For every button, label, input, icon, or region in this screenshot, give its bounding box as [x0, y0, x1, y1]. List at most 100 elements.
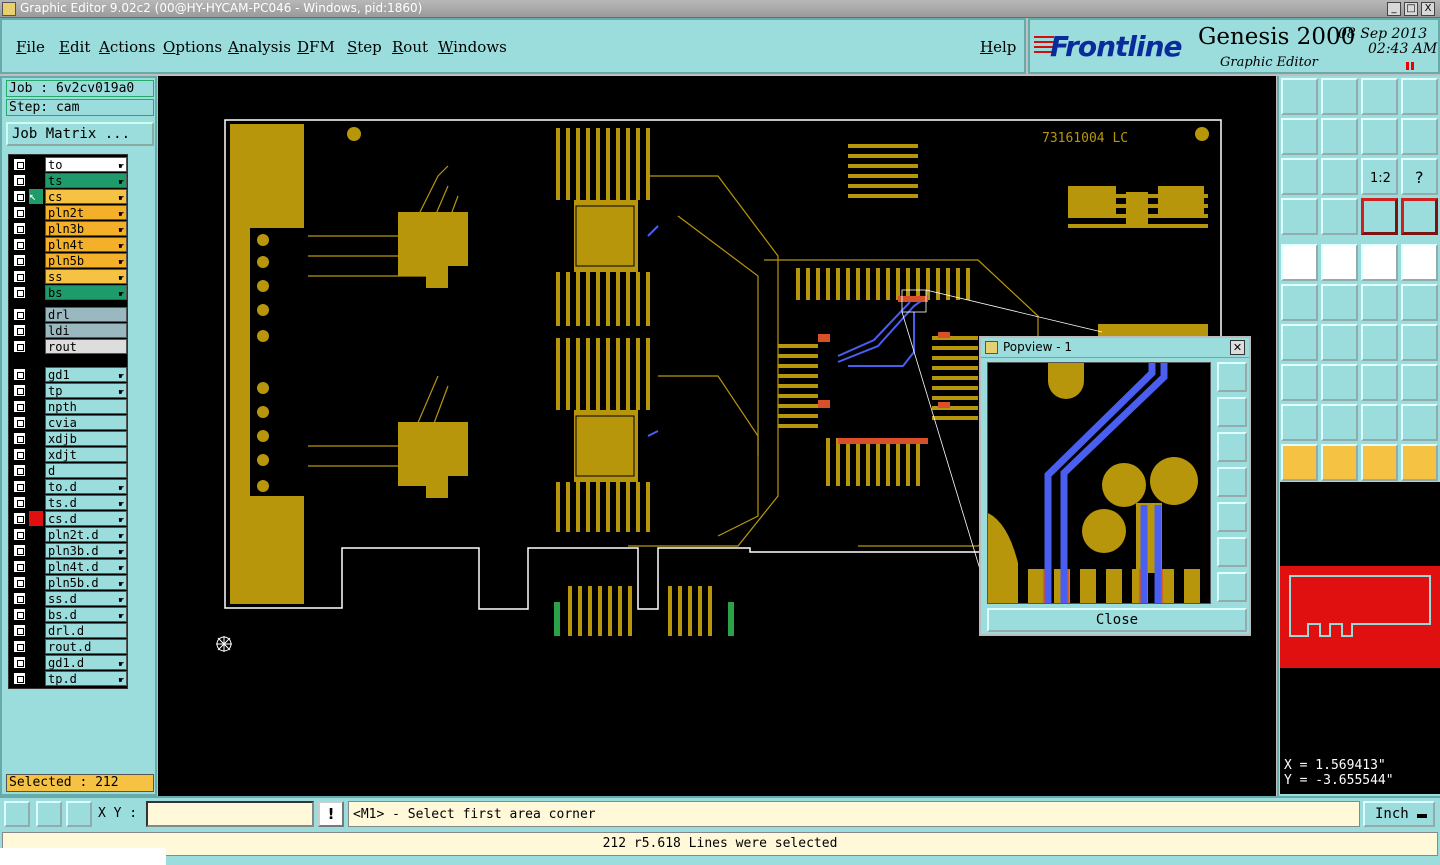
layer-checkbox[interactable]	[13, 324, 26, 337]
layer-checkbox[interactable]	[13, 448, 26, 461]
menu-step[interactable]: Step	[347, 38, 382, 56]
ruler-icon[interactable]	[1361, 244, 1398, 281]
menu-file[interactable]: File	[16, 38, 45, 56]
layer-checkbox[interactable]	[13, 432, 26, 445]
layer-checkbox[interactable]	[13, 672, 26, 685]
layer-row-xdjb[interactable]: xdjb	[11, 431, 127, 446]
menu-help[interactable]: Help	[980, 38, 1016, 56]
snap-icon[interactable]	[1401, 118, 1438, 155]
trace-cut-icon[interactable]	[1321, 364, 1358, 401]
layer-row-drl-d[interactable]: drl.d	[11, 623, 127, 638]
layer-checkbox[interactable]	[13, 222, 26, 235]
net-select-icon[interactable]	[1401, 198, 1438, 235]
layer-row-ss[interactable]: ss ☛	[11, 269, 127, 284]
unit-select[interactable]: Inch	[1363, 801, 1435, 827]
layer-row-gd1-d[interactable]: gd1.d ☛	[11, 655, 127, 670]
alert-icon[interactable]: !	[318, 801, 344, 827]
home-view-icon[interactable]	[1281, 78, 1318, 115]
route-diagonal-icon[interactable]	[1401, 284, 1438, 321]
popview-zoom-in-button[interactable]	[1217, 572, 1247, 602]
arch-red-icon[interactable]	[1361, 404, 1398, 441]
zoom-diagonal-icon[interactable]	[36, 801, 62, 827]
layer-row-cs[interactable]: ↖ cs ☛	[11, 189, 127, 204]
popview-pan-down-button[interactable]	[1217, 432, 1247, 462]
layer-checkbox[interactable]	[13, 190, 26, 203]
layer-row-rout-d[interactable]: rout.d	[11, 639, 127, 654]
layer-row-ldi[interactable]: ldi	[11, 323, 127, 338]
arch-blue-icon[interactable]	[1401, 404, 1438, 441]
layer-checkbox[interactable]	[13, 656, 26, 669]
pause-icon[interactable]	[1406, 62, 1414, 70]
menu-windows[interactable]: Windows	[438, 38, 507, 56]
layer-checkbox[interactable]	[13, 624, 26, 637]
menu-options[interactable]: Options	[163, 38, 222, 56]
zoom-fit-icon[interactable]	[1281, 158, 1318, 195]
layer-row-pln2t-d[interactable]: pln2t.d ☛	[11, 527, 127, 542]
layer-checkbox[interactable]	[13, 640, 26, 653]
layer-checkbox[interactable]	[13, 528, 26, 541]
arc-icon[interactable]	[1361, 324, 1398, 361]
layer-checkbox[interactable]	[13, 270, 26, 283]
triangle-select-icon[interactable]	[1281, 404, 1318, 441]
popview-zoom-out-button[interactable]	[1217, 537, 1247, 567]
pointer-net-icon[interactable]	[1401, 444, 1438, 481]
menu-dfm[interactable]: DFM	[297, 38, 335, 56]
popview-zoom-fit-button[interactable]	[1217, 362, 1247, 392]
layer-checkbox[interactable]	[13, 544, 26, 557]
layer-row-tp[interactable]: tp ☛	[11, 383, 127, 398]
xy-input[interactable]	[146, 801, 314, 827]
slash-line-icon[interactable]	[1321, 324, 1358, 361]
maximize-button[interactable]: □	[1404, 2, 1418, 16]
layer-row-tp-d[interactable]: tp.d ☛	[11, 671, 127, 686]
layer-row-cs-d[interactable]: cs.d ☛	[11, 511, 127, 526]
popview-close-icon[interactable]: ✕	[1230, 340, 1245, 355]
layer-checkbox[interactable]	[13, 608, 26, 621]
pad-add-icon[interactable]	[1281, 244, 1318, 281]
job-matrix-button[interactable]: Job Matrix ...	[6, 122, 154, 146]
layer-row-pln2t[interactable]: pln2t ☛	[11, 205, 127, 220]
layer-row-pln5b[interactable]: pln5b ☛	[11, 253, 127, 268]
measure-icon[interactable]	[1281, 198, 1318, 235]
layer-row-pln3b-d[interactable]: pln3b.d ☛	[11, 543, 127, 558]
close-window-button[interactable]: X	[1421, 2, 1435, 16]
pan-right-icon[interactable]	[1321, 118, 1358, 155]
popview-pan-right-button[interactable]	[1217, 502, 1247, 532]
layer-checkbox[interactable]	[13, 308, 26, 321]
layer-row-pln3b[interactable]: pln3b ☛	[11, 221, 127, 236]
graphic-canvas[interactable]: 73161004 LC Popview - 1 ✕ Close	[158, 76, 1276, 796]
connect-pads-icon[interactable]	[1281, 284, 1318, 321]
layer-checkbox[interactable]	[13, 464, 26, 477]
zoom-home-icon[interactable]	[1321, 158, 1358, 195]
menu-rout[interactable]: Rout	[392, 38, 428, 56]
layer-checkbox[interactable]	[13, 254, 26, 267]
pan-left-icon[interactable]	[1281, 118, 1318, 155]
popview-close-button[interactable]: Close	[987, 608, 1247, 632]
layer-checkbox[interactable]	[13, 368, 26, 381]
layer-checkbox[interactable]	[13, 592, 26, 605]
layer-checkbox[interactable]	[13, 400, 26, 413]
layer-row-drl[interactable]: drl	[11, 307, 127, 322]
popview-pan-up-button[interactable]	[1217, 397, 1247, 427]
angle-line-icon[interactable]	[1281, 324, 1318, 361]
layer-row-xdjt[interactable]: xdjt	[11, 447, 127, 462]
popview-canvas[interactable]	[987, 362, 1211, 604]
layer-checkbox[interactable]	[13, 560, 26, 573]
layer-row-ts[interactable]: ts ☛	[11, 173, 127, 188]
redraw-icon[interactable]	[1361, 118, 1398, 155]
layer-row-ts-d[interactable]: ts.d ☛	[11, 495, 127, 510]
layer-row-d[interactable]: d	[11, 463, 127, 478]
triangle-blue-icon[interactable]	[1321, 404, 1358, 441]
scale-one-to-two-icon[interactable]: 1:2	[1361, 158, 1398, 195]
layer-checkbox[interactable]	[13, 576, 26, 589]
layer-row-cvia[interactable]: cvia	[11, 415, 127, 430]
layer-checkbox[interactable]	[13, 512, 26, 525]
layer-row-to[interactable]: to ☛	[11, 157, 127, 172]
menu-analysis[interactable]: Analysis	[228, 38, 291, 56]
line-draw-icon[interactable]	[1321, 244, 1358, 281]
pan-down-icon[interactable]	[1321, 78, 1358, 115]
layer-checkbox[interactable]	[13, 480, 26, 493]
house-icon[interactable]	[1361, 78, 1398, 115]
pad-move-icon[interactable]	[1281, 364, 1318, 401]
layer-checkbox[interactable]	[13, 496, 26, 509]
menu-edit[interactable]: Edit	[59, 38, 90, 56]
